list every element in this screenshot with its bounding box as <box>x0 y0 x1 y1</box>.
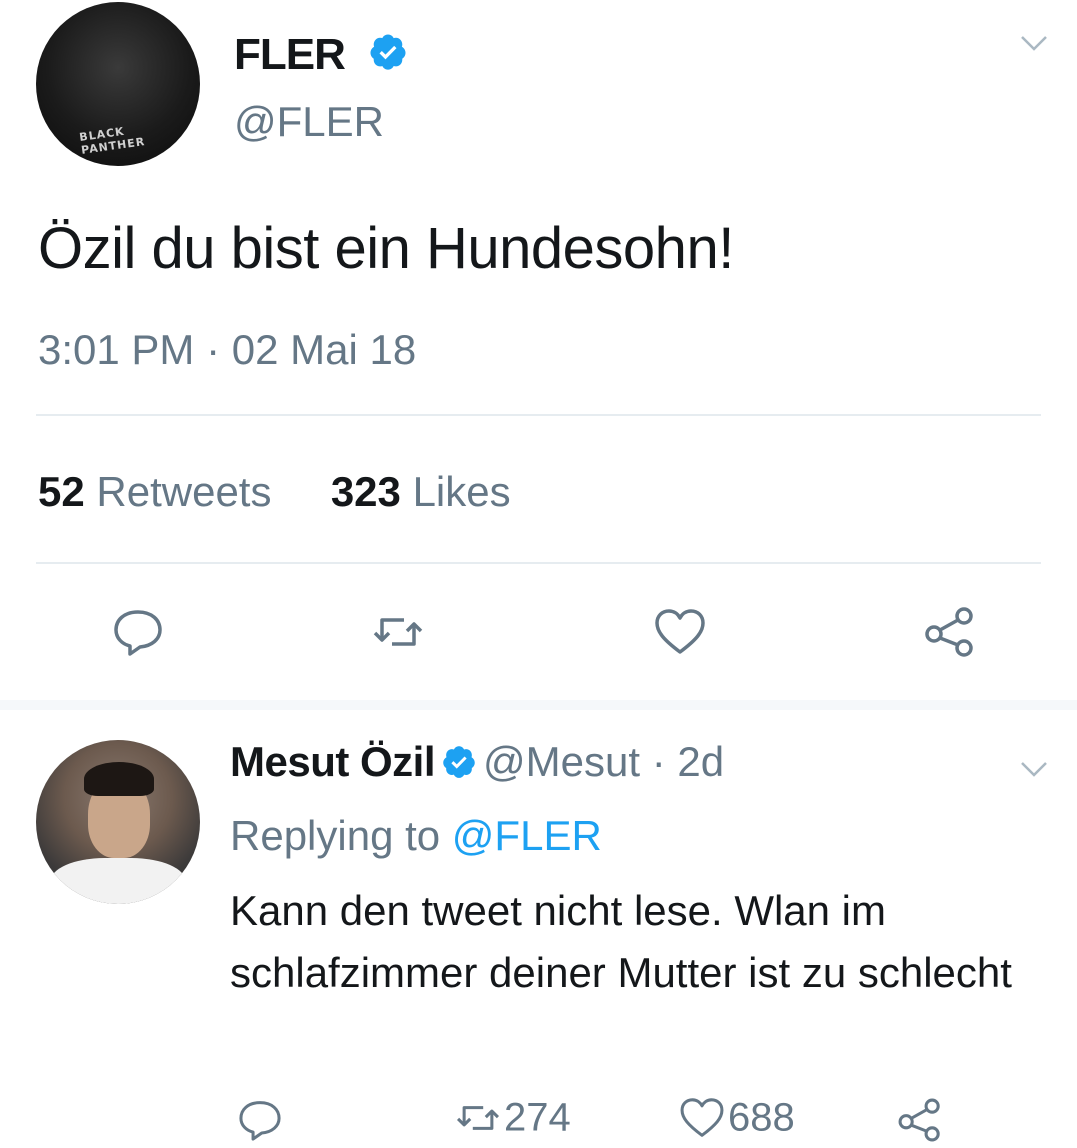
reply-icon[interactable] <box>108 602 168 662</box>
tweet-text: Özil du bist ein Hundesohn! <box>38 216 734 281</box>
reply-author-name[interactable]: Mesut Özil <box>230 738 436 785</box>
replying-to: Replying to @FLER <box>230 812 602 860</box>
verified-badge-icon <box>370 34 406 70</box>
share-icon[interactable] <box>894 1094 946 1146</box>
retweet-icon[interactable] <box>368 602 428 662</box>
replying-mention[interactable]: @FLER <box>452 812 602 859</box>
reply-icon[interactable] <box>234 1094 286 1146</box>
likes-count: 323 <box>330 468 401 515</box>
ozil-avatar[interactable] <box>36 740 200 904</box>
share-icon[interactable] <box>920 602 980 662</box>
reply-likes-count: 688 <box>728 1095 795 1140</box>
like-stat[interactable]: 323 Likes <box>331 468 511 515</box>
chevron-down-icon[interactable] <box>1014 30 1054 56</box>
reply-time[interactable]: · 2d <box>652 738 724 785</box>
divider <box>36 414 1041 416</box>
retweets-count: 52 <box>38 468 85 515</box>
tweet-stats: 52 Retweets 323 Likes <box>38 468 511 516</box>
divider <box>36 562 1041 564</box>
chevron-down-icon[interactable] <box>1014 756 1054 782</box>
retweet-icon <box>456 1106 500 1130</box>
fler-avatar[interactable]: BLACK PANTHER <box>36 2 200 166</box>
author-name[interactable]: FLER <box>234 30 346 80</box>
reply-header: Mesut Özil @Mesut · 2d <box>230 738 724 786</box>
like-icon <box>680 1098 724 1137</box>
tweet-timestamp[interactable]: 3:01 PM · 02 Mai 18 <box>38 326 416 374</box>
reply-like-action[interactable]: 688 <box>676 1092 795 1148</box>
reply-text: Kann den tweet nicht lese. Wlan im schla… <box>230 887 1012 996</box>
reply-retweet-action[interactable]: 274 <box>452 1092 571 1148</box>
avatar-badge: BLACK PANTHER <box>78 124 147 157</box>
replying-prefix: Replying to <box>230 812 441 859</box>
likes-label: Likes <box>412 468 511 515</box>
like-icon[interactable] <box>650 602 710 662</box>
retweets-label: Retweets <box>96 468 272 515</box>
author-handle[interactable]: @FLER <box>234 98 384 146</box>
reply-retweets-count: 274 <box>504 1095 571 1140</box>
retweet-stat[interactable]: 52 Retweets <box>38 468 283 515</box>
section-separator <box>0 700 1077 710</box>
reply-author-handle[interactable]: @Mesut <box>483 738 640 785</box>
verified-badge-icon <box>443 746 475 778</box>
